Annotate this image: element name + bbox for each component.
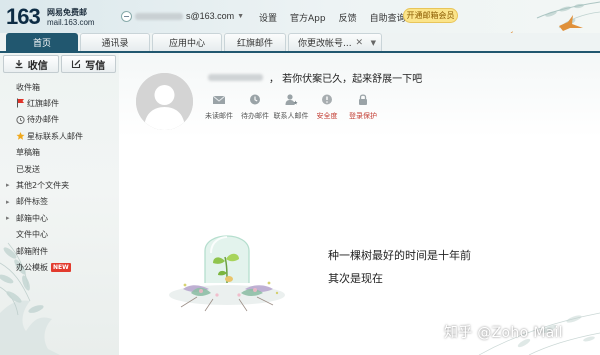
avatar[interactable] [136, 73, 193, 130]
quicklink-label: 待办邮件 [241, 112, 269, 120]
folder-label: 草稿箱 [16, 148, 40, 158]
new-badge: NEW [51, 262, 71, 272]
folder-label: 文件中心 [16, 230, 48, 240]
account-name-blurred [135, 12, 183, 20]
quicklink-security[interactable]: 安全度 [311, 93, 343, 121]
expand-arrow-icon[interactable]: ▸ [6, 198, 10, 206]
official-app-link[interactable]: 官方App [290, 11, 326, 24]
expand-arrow-icon[interactable]: ▸ [6, 181, 10, 189]
folder-label: 收件箱 [16, 82, 40, 92]
folder-starred[interactable]: 星标联系人邮件 [0, 128, 119, 144]
tab-account-change-label: 你更改帐号... [298, 39, 352, 49]
envelope-icon [212, 95, 226, 104]
folder-label: 待办邮件 [27, 115, 59, 125]
folder-label: 星标联系人邮件 [27, 131, 83, 141]
folder-todo[interactable]: 待办邮件 [0, 112, 119, 128]
mail-action-buttons: 收信 写信 [3, 55, 116, 73]
quicklink-label: 未读邮件 [205, 112, 233, 120]
mail-logo[interactable]: 163 网易免费邮 mail.163.com [6, 3, 116, 31]
main-content: ， 若你伏案已久，起来舒展一下吧 未读邮件 待办邮件 联系人邮件 安全度 登录保… [119, 53, 600, 355]
folder-other[interactable]: ▸ 其他2个文件夹 [0, 177, 119, 193]
sidebar: 收信 写信 收件箱 红旗邮件 待办邮件 星标联系人邮件 草稿箱 已发送 ▸ 其他2… [0, 53, 119, 355]
clock-icon [250, 94, 260, 105]
header-links: 设置 官方App 反馈 自助查询 [259, 11, 406, 24]
folder-office-templates[interactable]: 办公模板 NEW [0, 259, 119, 275]
receive-button[interactable]: 收信 [3, 55, 59, 73]
account-switcher[interactable]: s@163.com ▼ [121, 10, 244, 22]
tab-contacts[interactable]: 通讯录 [80, 33, 150, 51]
folder-label: 已发送 [16, 164, 40, 174]
quicklink-unread[interactable]: 未读邮件 [203, 93, 235, 121]
top-bar: 163 网易免费邮 mail.163.com s@163.com ▼ 设置 官方… [0, 0, 600, 33]
folder-inbox[interactable]: 收件箱 [0, 79, 119, 95]
user-silhouette-icon [136, 73, 193, 130]
folder-label: 邮件标签 [16, 197, 48, 207]
folder-mail-tags[interactable]: ▸ 邮件标签 [0, 194, 119, 210]
logo-url: mail.163.com [47, 18, 95, 27]
folder-list: 收件箱 红旗邮件 待办邮件 星标联系人邮件 草稿箱 已发送 ▸ 其他2个文件夹 ▸… [0, 79, 119, 276]
folder-mailbox-center[interactable]: ▸ 邮箱中心 [0, 210, 119, 226]
logo-text: 网易免费邮 [47, 8, 87, 17]
tab-home[interactable]: 首页 [6, 33, 78, 51]
folder-label: 红旗邮件 [27, 99, 59, 109]
logo-number: 163 [6, 4, 41, 29]
folder-label: 其他2个文件夹 [16, 181, 70, 191]
quicklink-todo[interactable]: 待办邮件 [239, 93, 271, 121]
username-blurred [208, 73, 263, 81]
download-icon [15, 60, 23, 69]
star-icon [16, 132, 25, 140]
receive-label: 收信 [27, 60, 48, 72]
folder-label: 办公模板 [16, 262, 48, 272]
folder-label: 邮箱附件 [16, 246, 48, 256]
greeting: ， 若你伏案已久，起来舒展一下吧 [208, 71, 423, 85]
security-alert-icon [322, 94, 332, 105]
compose-label: 写信 [85, 60, 106, 72]
greeting-text: ， 若你伏案已久，起来舒展一下吧 [269, 73, 423, 85]
self-service-link[interactable]: 自助查询 [370, 11, 406, 24]
folder-sent[interactable]: 已发送 [0, 161, 119, 177]
watermark: 知乎 @Zoho Mail [444, 325, 563, 341]
compose-button[interactable]: 写信 [60, 55, 116, 73]
quicklink-label: 登录保护 [349, 112, 377, 120]
slogan: 种一棵树最好的时间是十年前 其次是现在 [328, 244, 471, 290]
lock-icon [359, 94, 367, 105]
quicklink-label: 联系人邮件 [273, 112, 309, 120]
pencil-icon [72, 59, 81, 69]
folder-drafts[interactable]: 草稿箱 [0, 145, 119, 161]
tab-account-change[interactable]: 你更改帐号... ✕ ▼ [288, 33, 382, 51]
slogan-line-2: 其次是现在 [328, 272, 383, 285]
account-email: s@163.com [186, 11, 235, 21]
tab-app-center[interactable]: 应用中心 [152, 33, 222, 51]
folder-file-center[interactable]: 文件中心 [0, 227, 119, 243]
tab-flagged-mail[interactable]: 红旗邮件 [224, 33, 286, 51]
account-icon [121, 10, 132, 22]
folder-red-flag[interactable]: 红旗邮件 [0, 95, 119, 111]
expand-arrow-icon[interactable]: ▸ [6, 214, 10, 222]
quicklink-login-protection[interactable]: 登录保护 [347, 93, 379, 121]
feedback-link[interactable]: 反馈 [339, 11, 357, 24]
folder-attachments[interactable]: 邮箱附件 [0, 243, 119, 259]
chevron-down-icon[interactable]: ▼ [371, 39, 376, 47]
clock-icon [16, 115, 25, 124]
settings-link[interactable]: 设置 [259, 11, 277, 24]
folder-label: 邮箱中心 [16, 213, 48, 223]
red-flag-icon [17, 98, 24, 108]
tab-bar: 首页 通讯录 应用中心 红旗邮件 你更改帐号... ✕ ▼ [0, 33, 600, 51]
slogan-line-1: 种一棵树最好的时间是十年前 [328, 249, 471, 262]
sprout-illustration [169, 235, 285, 312]
quicklink-label: 安全度 [316, 112, 338, 120]
quicklink-contacts[interactable]: 联系人邮件 [273, 93, 309, 121]
quick-links: 未读邮件 待办邮件 联系人邮件 安全度 登录保护 [203, 93, 383, 121]
vip-membership-button[interactable]: 开通邮箱会员 [403, 8, 458, 23]
close-icon[interactable]: ✕ [355, 38, 363, 48]
chevron-down-icon: ▼ [237, 12, 245, 20]
contact-star-icon [285, 94, 298, 105]
